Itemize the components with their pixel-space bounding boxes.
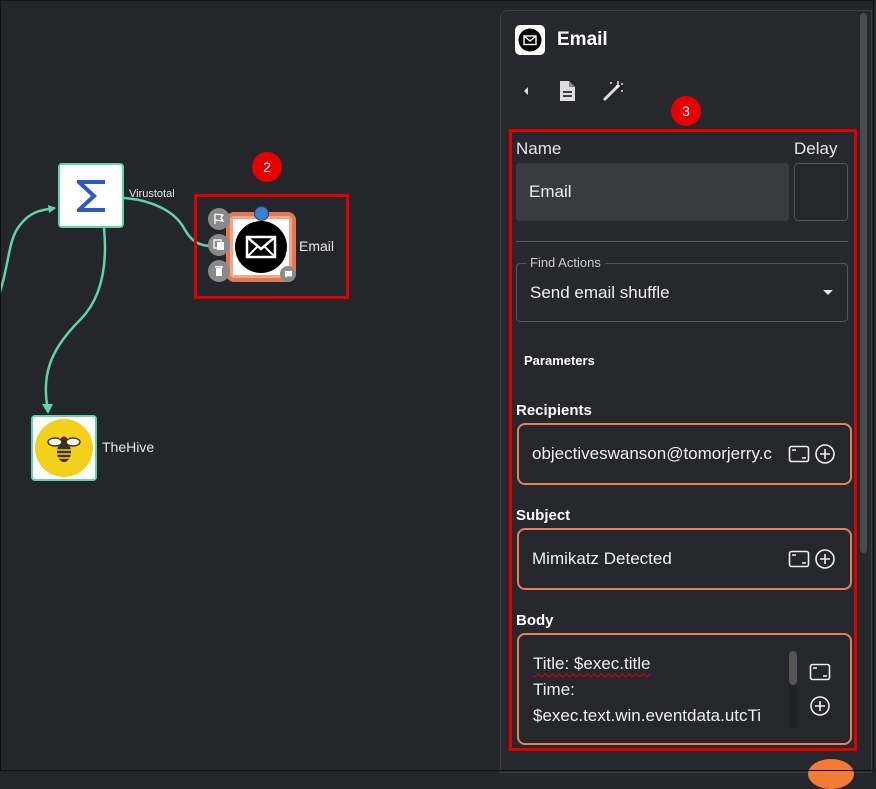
delay-input[interactable] xyxy=(794,163,848,221)
name-input-value: Email xyxy=(529,182,572,201)
panel-scroll-thumb[interactable] xyxy=(860,13,867,553)
chevron-down-icon[interactable] xyxy=(823,290,833,295)
envelope-icon xyxy=(235,221,287,273)
delay-label: Delay xyxy=(794,139,838,158)
add-circle-icon[interactable] xyxy=(814,443,836,465)
start-flag-button[interactable] xyxy=(208,208,230,230)
app-icon xyxy=(515,25,545,55)
body-label: Body xyxy=(516,612,554,629)
add-circle-icon[interactable] xyxy=(814,548,836,570)
thehive-label: TheHive xyxy=(102,439,155,455)
add-circle-icon[interactable] xyxy=(809,695,831,717)
body-field[interactable]: Title: $exec.title Time: $exec.text.win.… xyxy=(517,633,852,745)
body-line: Time: xyxy=(533,680,575,699)
panel-title: Email xyxy=(557,29,608,50)
copy-icon xyxy=(213,239,224,250)
find-actions-value: Send email shuffle xyxy=(530,283,670,302)
delete-node-button[interactable] xyxy=(208,260,230,282)
expand-icon[interactable] xyxy=(809,663,831,681)
name-label: Name xyxy=(516,139,562,158)
connection-handle[interactable] xyxy=(254,206,269,221)
annotation-badge-2: 2 xyxy=(252,152,282,182)
body-scrollbar[interactable] xyxy=(789,651,797,729)
workflow-edges xyxy=(0,196,213,414)
workflow-canvas[interactable]: Virustotal 2 Email TheHive xyxy=(0,0,500,773)
name-input[interactable]: Email xyxy=(516,163,789,221)
body-textarea[interactable]: Title: $exec.title Time: $exec.text.win.… xyxy=(533,651,776,729)
subject-field-actions xyxy=(788,548,836,570)
expand-icon[interactable] xyxy=(788,445,810,463)
trash-icon xyxy=(215,266,223,276)
thehive-node[interactable] xyxy=(31,415,97,481)
panel-header: Email xyxy=(515,25,608,55)
sigma-icon xyxy=(77,179,105,212)
action-settings-highlight: Name Delay Email Find Actions Send email… xyxy=(509,129,857,751)
body-line: $exec.text.win.eventdata.utcTi xyxy=(533,706,762,725)
email-label: Email xyxy=(299,238,335,254)
subject-field[interactable]: Mimikatz Detected xyxy=(517,528,852,590)
body-line: Title: $exec.title xyxy=(533,654,651,673)
envelope-icon xyxy=(518,28,542,52)
parameters-heading: Parameters xyxy=(524,353,595,368)
comment-node-button[interactable] xyxy=(280,266,296,282)
subject-value: Mimikatz Detected xyxy=(532,549,672,568)
document-icon[interactable] xyxy=(557,80,577,102)
copy-node-button[interactable] xyxy=(208,234,230,256)
comment-icon xyxy=(284,270,292,278)
expand-icon[interactable] xyxy=(788,550,810,568)
subject-label: Subject xyxy=(516,507,571,524)
bee-icon xyxy=(35,419,93,477)
flag-icon xyxy=(214,213,225,224)
panel-toolbar xyxy=(519,79,625,103)
collapse-arrow-icon[interactable] xyxy=(519,84,533,98)
annotation-badge-3: 3 xyxy=(671,96,701,126)
recipients-value: objectiveswanson@tomorjerry.c xyxy=(532,444,772,463)
help-chat-button[interactable] xyxy=(808,759,854,789)
find-actions-legend: Find Actions xyxy=(526,255,605,270)
recipients-field-actions xyxy=(788,443,836,465)
find-actions-select[interactable]: Find Actions Send email shuffle xyxy=(516,255,848,322)
node-settings-panel: Email 3 Name Delay Email Find Actions Se… xyxy=(500,10,872,773)
divider xyxy=(516,241,848,242)
panel-scrollbar[interactable] xyxy=(860,13,869,553)
virustotal-node[interactable] xyxy=(58,163,124,228)
recipients-field[interactable]: objectiveswanson@tomorjerry.c xyxy=(517,423,852,485)
body-scroll-thumb[interactable] xyxy=(789,651,797,685)
magic-wand-icon[interactable] xyxy=(601,79,625,103)
virustotal-label: Virustotal xyxy=(129,188,175,200)
recipients-label: Recipients xyxy=(516,402,592,419)
